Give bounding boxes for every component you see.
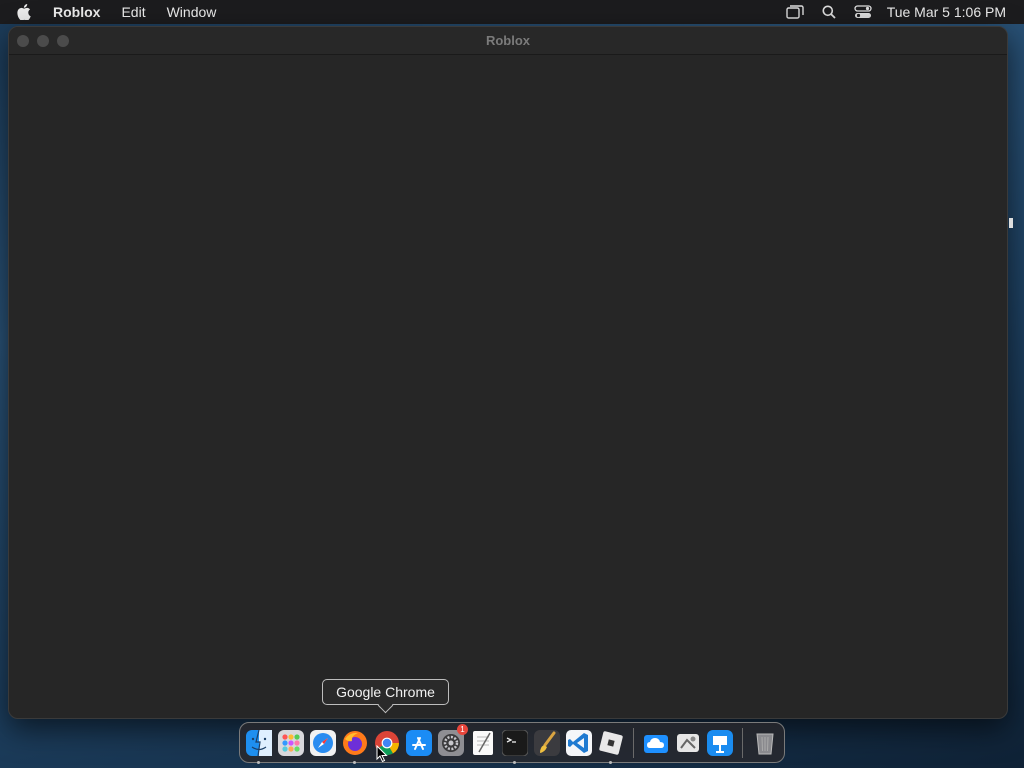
running-indicator bbox=[257, 760, 260, 764]
launchpad-icon bbox=[278, 729, 304, 756]
dock-textedit[interactable] bbox=[469, 729, 497, 757]
running-indicator bbox=[609, 760, 612, 764]
textedit-icon bbox=[473, 730, 493, 755]
terminal-icon bbox=[502, 729, 528, 756]
dock-firefox[interactable] bbox=[341, 729, 369, 764]
menu-edit[interactable]: Edit bbox=[121, 4, 145, 20]
control-center-icon[interactable] bbox=[853, 2, 873, 22]
notification-badge: 1 bbox=[457, 723, 468, 735]
running-indicator bbox=[513, 760, 516, 764]
screen-mirroring-icon[interactable] bbox=[785, 2, 805, 22]
finder-icon bbox=[246, 729, 272, 756]
menu-bar: Roblox Edit Window Tue Mar 5 1:06 PM bbox=[0, 0, 1024, 24]
dock-trash[interactable] bbox=[751, 729, 779, 757]
roblox-window: Roblox bbox=[8, 26, 1008, 719]
running-indicator bbox=[353, 760, 356, 764]
search-icon[interactable] bbox=[819, 2, 839, 22]
dock-separator bbox=[633, 727, 634, 758]
dock-keynote[interactable] bbox=[706, 729, 734, 757]
dock-finder[interactable] bbox=[245, 729, 273, 764]
dock-vscode[interactable] bbox=[565, 729, 593, 757]
menu-clock[interactable]: Tue Mar 5 1:06 PM bbox=[887, 4, 1006, 20]
menu-app-name[interactable]: Roblox bbox=[53, 4, 100, 20]
dock-cloud-folder[interactable] bbox=[642, 729, 670, 757]
dock-brush-app[interactable] bbox=[533, 729, 561, 757]
safari-icon bbox=[310, 729, 336, 756]
utility-icon bbox=[677, 733, 699, 752]
dock-launchpad[interactable] bbox=[277, 729, 305, 757]
firefox-icon bbox=[343, 730, 367, 755]
menu-window[interactable]: Window bbox=[167, 4, 217, 20]
dock-safari[interactable] bbox=[309, 729, 337, 757]
window-title: Roblox bbox=[485, 33, 531, 48]
dock-utility[interactable] bbox=[674, 729, 702, 757]
keynote-icon bbox=[707, 729, 733, 756]
window-titlebar[interactable]: Roblox bbox=[9, 27, 1007, 55]
dock-system-settings[interactable]: 1 bbox=[437, 723, 468, 757]
dock-terminal[interactable] bbox=[501, 729, 529, 764]
vscode-icon bbox=[566, 729, 592, 756]
dock-roblox[interactable] bbox=[597, 729, 625, 764]
brush-app-icon bbox=[534, 729, 560, 756]
app-store-icon bbox=[406, 729, 432, 756]
trash-icon bbox=[756, 733, 774, 754]
cloud-folder-icon bbox=[644, 734, 668, 753]
background-window-edge bbox=[1009, 218, 1013, 228]
window-content[interactable] bbox=[9, 55, 1007, 718]
dock: 1 bbox=[239, 722, 785, 764]
roblox-icon bbox=[599, 730, 623, 755]
dock-app-store[interactable] bbox=[405, 729, 433, 757]
mouse-cursor-icon bbox=[376, 745, 388, 763]
dock-tooltip: Google Chrome bbox=[322, 679, 449, 705]
dock-separator bbox=[742, 727, 743, 758]
apple-menu-icon[interactable] bbox=[17, 0, 37, 24]
